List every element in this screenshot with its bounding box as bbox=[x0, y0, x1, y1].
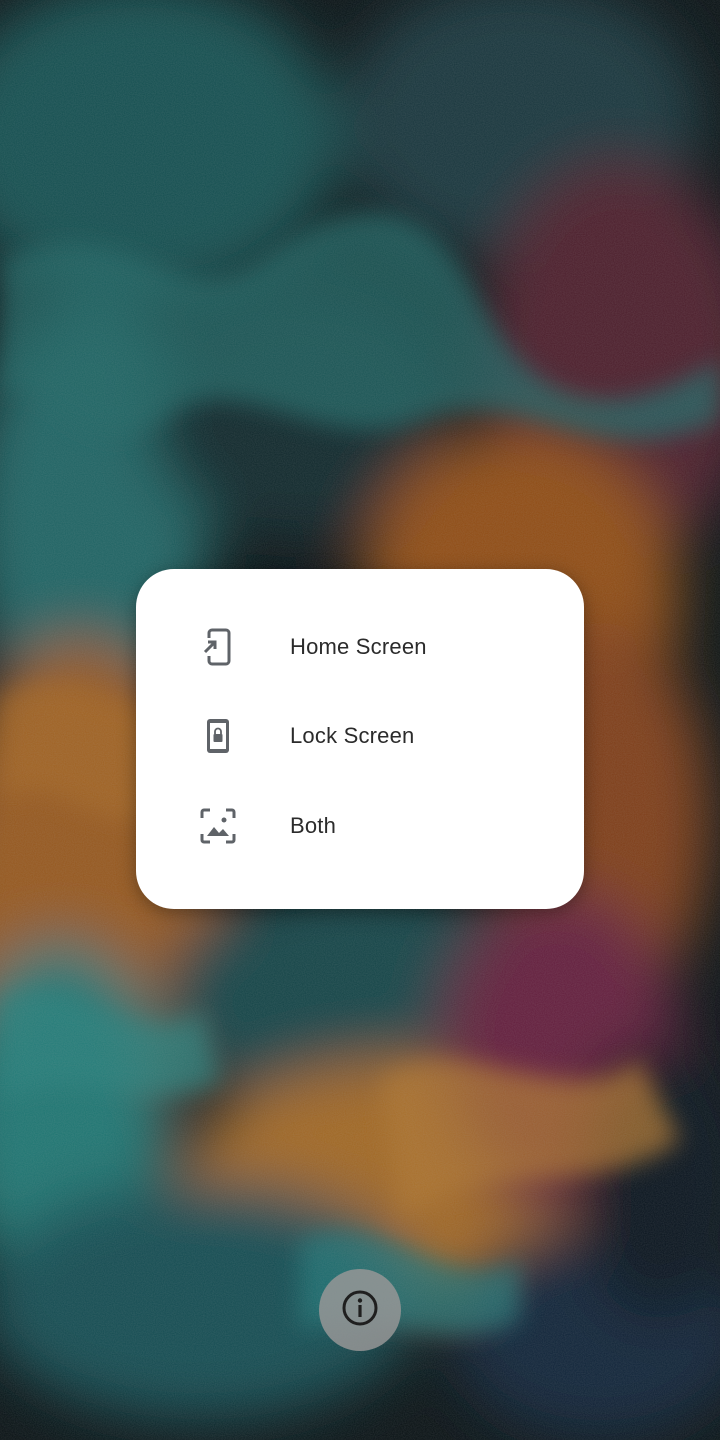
info-icon bbox=[341, 1289, 379, 1332]
phone-set-home-icon bbox=[198, 627, 238, 667]
option-both[interactable]: Both bbox=[136, 785, 584, 867]
wallpaper-preview-screen: Home Screen Lock Screen Both bbox=[0, 0, 720, 1440]
phone-lock-icon bbox=[198, 716, 238, 756]
option-lock-screen[interactable]: Lock Screen bbox=[136, 695, 584, 777]
info-button[interactable] bbox=[319, 1269, 401, 1351]
set-wallpaper-dialog: Home Screen Lock Screen Both bbox=[136, 569, 584, 909]
wallpaper-both-icon bbox=[198, 806, 238, 846]
option-home-screen-label: Home Screen bbox=[290, 634, 427, 659]
option-home-screen[interactable]: Home Screen bbox=[136, 606, 584, 688]
option-both-label: Both bbox=[290, 813, 337, 838]
option-lock-screen-label: Lock Screen bbox=[290, 723, 415, 748]
